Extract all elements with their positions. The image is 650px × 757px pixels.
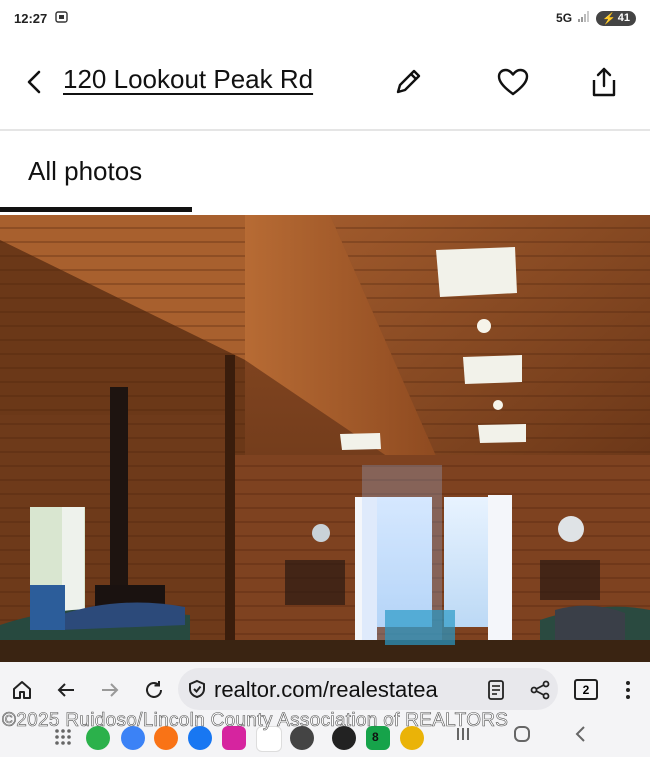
home-circle-icon [514, 726, 530, 742]
more-vertical-icon [626, 681, 630, 699]
status-right: 5G ⚡ 41 [556, 10, 636, 26]
network-label: 5G [556, 11, 573, 25]
app-badge: 8 [372, 730, 379, 744]
more-menu-button[interactable] [615, 677, 641, 703]
reload-button[interactable] [141, 677, 167, 703]
reader-mode-button[interactable] [483, 677, 509, 703]
browser-share-button[interactable] [527, 677, 553, 703]
back-button[interactable] [20, 66, 48, 98]
share-button[interactable] [584, 62, 624, 102]
chevron-left-icon [27, 70, 41, 94]
page-title[interactable]: 120 Lookout Peak Rd [63, 64, 313, 95]
battery-level: 41 [617, 12, 630, 24]
status-bar: 12:27 5G ⚡ 41 [0, 0, 650, 36]
photo-watermark: ©2025 Ruidoso/Lincoln County Association… [2, 710, 509, 732]
cabin-interior-image [0, 215, 650, 662]
reload-icon [146, 681, 162, 698]
shield-icon [188, 679, 206, 704]
listing-photo[interactable] [0, 215, 650, 662]
home-button[interactable] [9, 677, 35, 703]
favorite-button[interactable] [493, 62, 533, 102]
status-time: 12:27 [14, 10, 48, 26]
heart-icon [497, 68, 529, 96]
arrow-right-icon [102, 683, 119, 697]
browser-forward-button[interactable] [97, 677, 123, 703]
browser-back-button[interactable] [53, 677, 79, 703]
share-nodes-icon [530, 680, 550, 700]
document-icon [488, 680, 504, 700]
url-text: realtor.com/realestatea [214, 677, 438, 702]
back-nav-button[interactable] [573, 725, 587, 749]
header-divider [0, 129, 650, 131]
edit-button[interactable] [388, 62, 428, 102]
screenshot-icon [55, 10, 68, 26]
listing-header: 120 Lookout Peak Rd [0, 36, 650, 130]
browser-toolbar: realtor.com/realestatea [0, 662, 650, 717]
active-tab-indicator [0, 207, 192, 212]
tabs-button[interactable]: 2 [574, 679, 598, 700]
pencil-icon [396, 69, 421, 94]
status-left: 12:27 [14, 11, 68, 26]
nav-back-icon [575, 726, 585, 742]
signal-icon [578, 11, 590, 25]
home-nav-button[interactable] [513, 725, 531, 749]
home-icon [13, 681, 31, 699]
share-icon [592, 67, 616, 97]
arrow-left-icon [57, 683, 74, 697]
battery-icon: ⚡ 41 [596, 10, 636, 26]
tab-all-photos[interactable]: All photos [28, 156, 142, 187]
